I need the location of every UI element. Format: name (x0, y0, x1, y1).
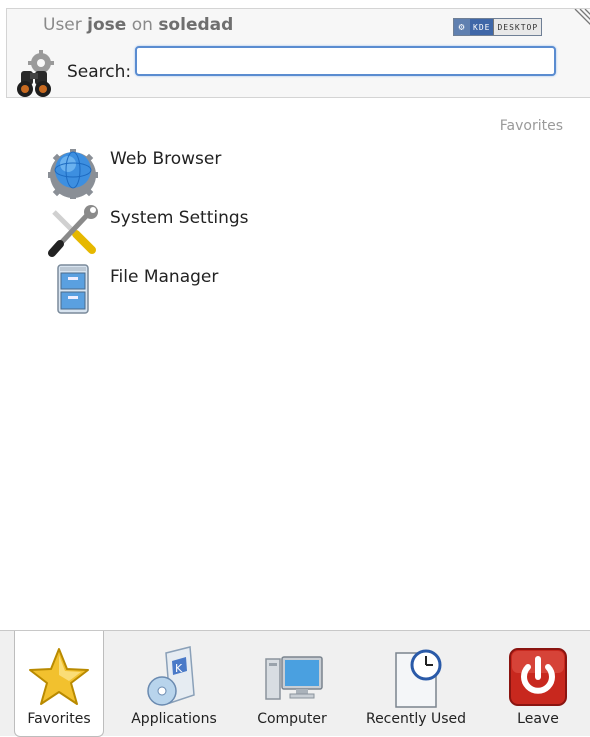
tab-favorites[interactable]: Favorites (14, 631, 104, 737)
power-icon (509, 648, 567, 706)
on-word: on (131, 15, 153, 35)
tab-applications[interactable]: K Applications (118, 631, 230, 736)
username: jose (87, 15, 127, 35)
tab-recently-used[interactable]: Recently Used (354, 631, 478, 736)
kde-badge-left: KDE (470, 19, 494, 35)
launcher-tab-bar: Favorites K Applications Computer Recent… (0, 630, 590, 737)
favorite-web-browser[interactable]: Web Browser (40, 145, 340, 199)
computer-monitor-icon (265, 656, 323, 700)
kde-desktop-logo: ⚙ KDE DESKTOP (453, 18, 543, 36)
kde-badge-right: DESKTOP (493, 19, 542, 35)
search-input[interactable] (135, 46, 556, 76)
tab-leave[interactable]: Leave (494, 631, 582, 736)
binoculars-gear-icon (17, 50, 54, 97)
tab-label: Recently Used (365, 711, 467, 727)
tab-label: Computer (257, 711, 327, 727)
resize-grip-icon[interactable] (569, 9, 590, 31)
search-label: Search: (67, 62, 132, 82)
tab-label: Leave (517, 711, 559, 727)
favorites-section-title: Favorites (499, 118, 563, 134)
document-clock-icon (395, 649, 442, 708)
favorite-label: Web Browser (110, 149, 222, 169)
kde-gear-icon: ⚙ (454, 19, 470, 35)
hostname: soledad (158, 15, 234, 35)
file-cabinet-icon (57, 264, 89, 314)
applications-box-icon: K (147, 646, 195, 706)
favorite-label: System Settings (110, 208, 249, 228)
favorite-system-settings[interactable]: System Settings (40, 204, 340, 258)
globe-gear-icon (48, 149, 98, 199)
user-info: User jose on soledad (43, 15, 233, 35)
user-prefix: User (43, 15, 82, 35)
tab-label: Favorites (27, 711, 91, 727)
svg-text:K: K (175, 662, 183, 675)
tab-label: Applications (131, 711, 217, 727)
tab-computer[interactable]: Computer (238, 631, 346, 736)
favorite-file-manager[interactable]: File Manager (40, 263, 340, 317)
wrench-screwdriver-icon (48, 205, 98, 257)
favorite-label: File Manager (110, 267, 219, 287)
star-icon (29, 648, 89, 705)
